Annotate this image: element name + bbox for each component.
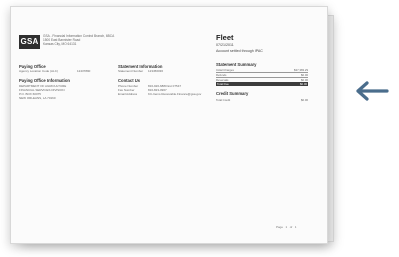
credit-summary-heading: Credit Summary	[216, 91, 249, 96]
statement-summary-heading: Statement Summary	[216, 62, 257, 67]
credit-label: Total Credit	[216, 98, 231, 102]
agency-code-value: 12437890	[77, 69, 91, 73]
settlement-note: Account settled through IPAC	[216, 49, 263, 53]
summary-total-row: Total Due $0.00	[216, 82, 308, 86]
document-title: Fleet	[216, 33, 234, 42]
summary-label: Initial Charges	[216, 68, 234, 72]
summary-label: Total Due	[217, 82, 229, 86]
left-arrow-icon[interactable]	[355, 81, 389, 101]
credit-value: $0.00	[301, 98, 308, 102]
org-line: Kansas City, MO 64131	[43, 42, 77, 46]
page-total: 1	[294, 225, 297, 229]
statement-number-label: Statement Number	[118, 69, 144, 73]
page-current: 1	[285, 225, 288, 229]
info-line: NEW ORLEANS, LA 70160	[19, 96, 56, 100]
contact-heading: Contact Us	[118, 78, 141, 83]
contact-label: Email Address	[118, 92, 138, 96]
page-indicator: Page 1 of 1	[276, 225, 296, 229]
statement-date: 07/21/2011	[216, 43, 234, 47]
summary-value: $0.00	[301, 73, 308, 77]
paying-office-info-heading: Paying Office Information	[19, 78, 70, 83]
org-address: GSA - Financial Information Control Bran…	[43, 34, 114, 46]
page-of-label: of	[289, 225, 293, 229]
summary-value: $37,383.29	[294, 68, 308, 72]
statement-page: GSA GSA - Financial Information Control …	[10, 6, 328, 244]
credit-row: Total Credit $0.00	[216, 98, 308, 102]
summary-label: Refunds	[216, 73, 227, 77]
agency-code-label: Agency Location Code (ALC)	[19, 69, 58, 73]
gsa-logo: GSA	[19, 35, 40, 49]
contact-email[interactable]: KC-Items.Receivable.Finance@gsa.gov	[148, 92, 201, 96]
summary-value: $0.00	[300, 82, 307, 86]
page-label: Page	[276, 225, 284, 229]
statement-number-value: 123456036	[148, 69, 164, 73]
